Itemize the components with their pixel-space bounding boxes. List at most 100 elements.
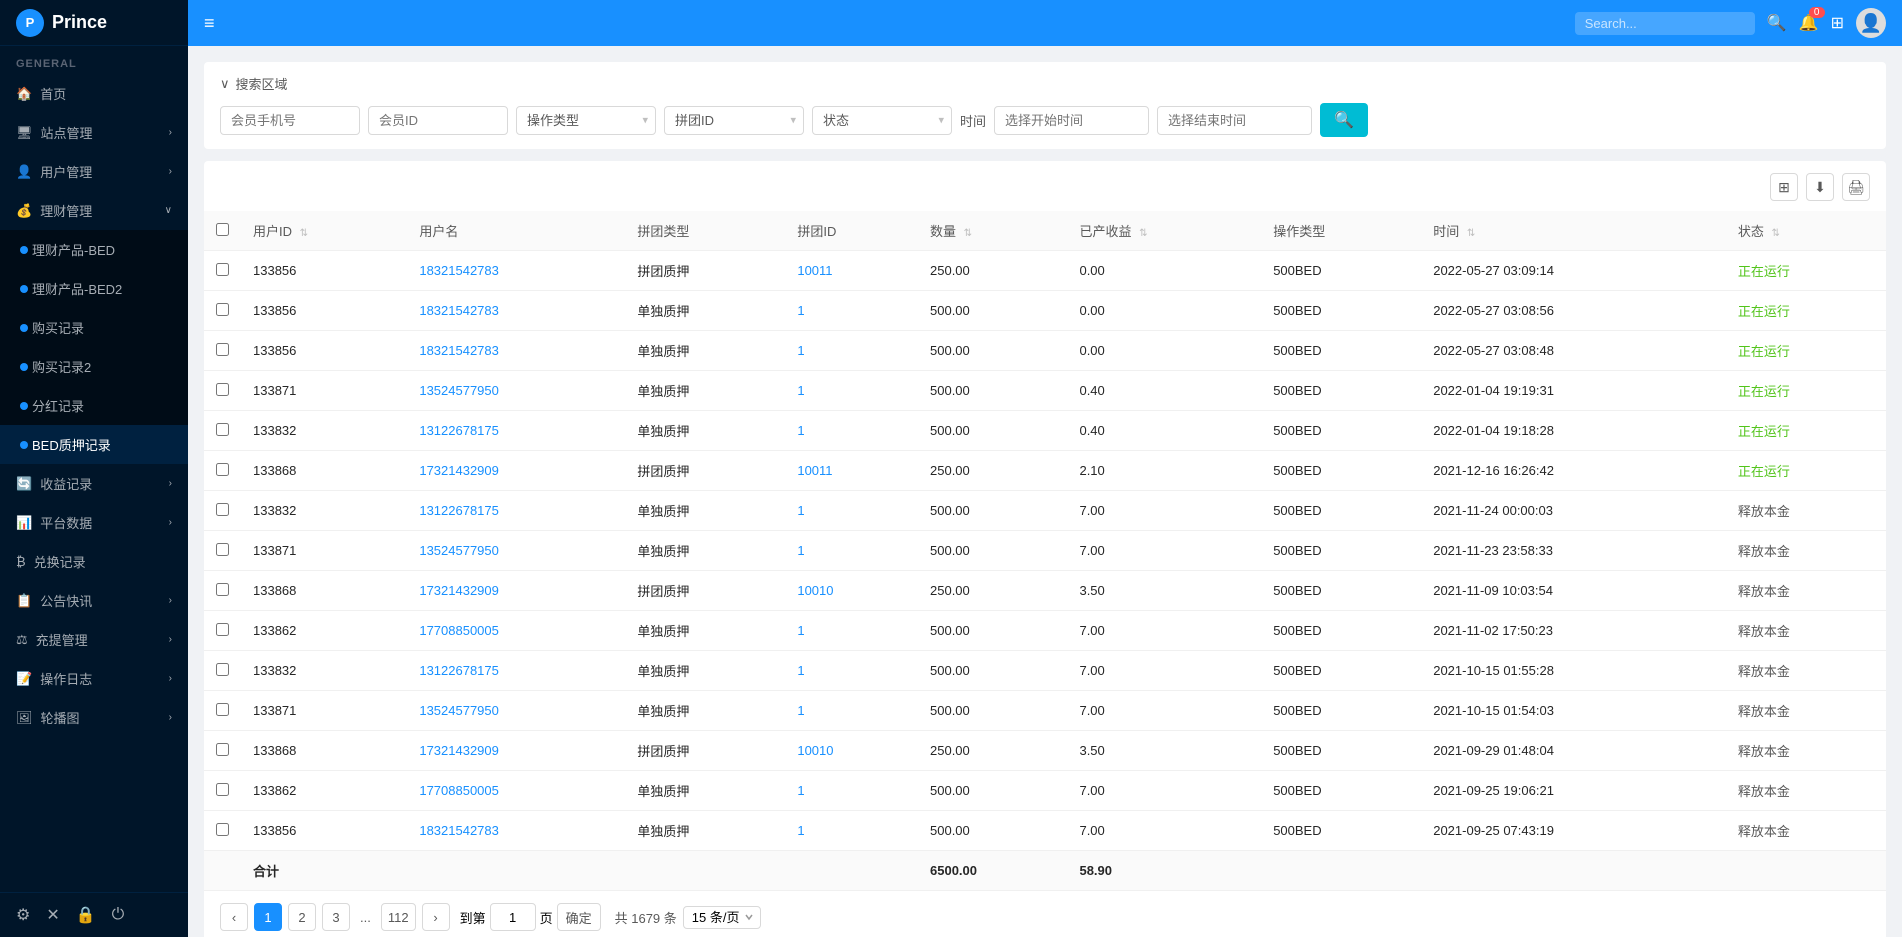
page-size-select[interactable]: 10 条/页 15 条/页 20 条/页 50 条/页 [683, 906, 761, 929]
sort-earned-icon[interactable]: ⇅ [1139, 228, 1147, 239]
row-checkbox-11[interactable] [216, 703, 229, 716]
sidebar-item-station[interactable]: 🖥 站点管理 › [0, 113, 188, 152]
username-link[interactable]: 18321542783 [419, 263, 499, 278]
next-page-button[interactable]: › [422, 903, 450, 931]
username-link[interactable]: 13122678175 [419, 423, 499, 438]
sidebar-item-carousel[interactable]: 🖼 轮播图 › [0, 698, 188, 737]
sidebar-item-operation[interactable]: 📝 操作日志 › [0, 659, 188, 698]
row-checkbox-3[interactable] [216, 383, 229, 396]
settings-icon[interactable]: ⚙ [16, 905, 30, 925]
username-link[interactable]: 13524577950 [419, 543, 499, 558]
sidebar-item-user[interactable]: 👤 用户管理 › [0, 152, 188, 191]
username-link[interactable]: 18321542783 [419, 343, 499, 358]
print-icon[interactable]: 🖨 [1842, 173, 1870, 201]
username-link[interactable]: 17708850005 [419, 783, 499, 798]
column-settings-icon[interactable]: ⊞ [1770, 173, 1798, 201]
sidebar-item-income[interactable]: 🔄 收益记录 › [0, 464, 188, 503]
sort-amount-icon[interactable]: ⇅ [964, 228, 972, 239]
avatar[interactable]: 👤 [1856, 8, 1886, 38]
sidebar-item-platform[interactable]: 📊 平台数据 › [0, 503, 188, 542]
group-id-link[interactable]: 1 [797, 503, 804, 518]
username-link[interactable]: 13524577950 [419, 383, 499, 398]
row-checkbox-9[interactable] [216, 623, 229, 636]
row-checkbox-7[interactable] [216, 543, 229, 556]
menu-toggle-icon[interactable]: ≡ [204, 13, 215, 34]
username-link[interactable]: 17321432909 [419, 743, 499, 758]
member-phone-input[interactable] [220, 106, 360, 135]
group-id-link[interactable]: 1 [797, 663, 804, 678]
header-search-input[interactable] [1575, 12, 1755, 35]
sidebar-item-buy-record2[interactable]: 购买记录2 [0, 347, 188, 386]
notification-bell[interactable]: 🔔 0 [1799, 13, 1819, 33]
username-link[interactable]: 13122678175 [419, 503, 499, 518]
group-id-link[interactable]: 1 [797, 623, 804, 638]
group-id-link[interactable]: 10011 [797, 263, 832, 278]
row-checkbox-4[interactable] [216, 423, 229, 436]
lock-icon[interactable]: 🔒 [76, 905, 96, 925]
sidebar-item-dividend[interactable]: 分红记录 [0, 386, 188, 425]
group-id-link[interactable]: 1 [797, 383, 804, 398]
group-id-link[interactable]: 1 [797, 703, 804, 718]
operation-type-select[interactable]: 操作类型 [516, 106, 656, 135]
tools-icon[interactable]: ✕ [46, 905, 59, 925]
sort-time-icon[interactable]: ⇅ [1467, 228, 1475, 239]
row-checkbox-2[interactable] [216, 343, 229, 356]
status-select[interactable]: 状态 [812, 106, 952, 135]
group-id-link[interactable]: 1 [797, 783, 804, 798]
row-checkbox-14[interactable] [216, 823, 229, 836]
sidebar-item-notice[interactable]: 📋 公告快讯 › [0, 581, 188, 620]
export-icon[interactable]: ⬇ [1806, 173, 1834, 201]
search-button[interactable]: 🔍 [1320, 103, 1368, 137]
group-id-select[interactable]: 拼团ID [664, 106, 804, 135]
sidebar-item-finance-bed2[interactable]: 理财产品-BED2 [0, 269, 188, 308]
row-checkbox-10[interactable] [216, 663, 229, 676]
username-link[interactable]: 18321542783 [419, 303, 499, 318]
username-link[interactable]: 17708850005 [419, 623, 499, 638]
page-last-button[interactable]: 112 [381, 903, 416, 931]
search-area-toggle[interactable]: ∨ 搜索区域 [220, 74, 1870, 93]
grid-icon[interactable]: ⊞ [1831, 13, 1844, 33]
header-search-icon[interactable]: 🔍 [1767, 13, 1787, 33]
group-id-link[interactable]: 10010 [797, 743, 833, 758]
sidebar-item-buy-record[interactable]: 购买记录 [0, 308, 188, 347]
group-id-link[interactable]: 10010 [797, 583, 833, 598]
row-checkbox-1[interactable] [216, 303, 229, 316]
group-id-link[interactable]: 1 [797, 303, 804, 318]
page-confirm-button[interactable]: 确定 [557, 903, 601, 931]
group-id-link[interactable]: 1 [797, 423, 804, 438]
row-checkbox-5[interactable] [216, 463, 229, 476]
username-link[interactable]: 17321432909 [419, 463, 499, 478]
start-time-input[interactable] [994, 106, 1149, 135]
username-link[interactable]: 13524577950 [419, 703, 499, 718]
page-2-button[interactable]: 2 [288, 903, 316, 931]
row-checkbox-12[interactable] [216, 743, 229, 756]
sort-status-icon[interactable]: ⇅ [1772, 228, 1780, 239]
row-checkbox-13[interactable] [216, 783, 229, 796]
end-time-input[interactable] [1157, 106, 1312, 135]
group-id-link[interactable]: 1 [797, 543, 804, 558]
table-row: 133871 13524577950 单独质押 1 500.00 7.00 50… [204, 531, 1886, 571]
sidebar-item-bed-pledge[interactable]: BED质押记录 [0, 425, 188, 464]
row-checkbox-8[interactable] [216, 583, 229, 596]
sidebar-item-finance-bed[interactable]: 理财产品-BED [0, 230, 188, 269]
username-link[interactable]: 18321542783 [419, 823, 499, 838]
group-id-link[interactable]: 1 [797, 343, 804, 358]
row-checkbox-6[interactable] [216, 503, 229, 516]
sidebar-item-finance[interactable]: 💰 理财管理 ∨ [0, 191, 188, 230]
page-3-button[interactable]: 3 [322, 903, 350, 931]
select-all-checkbox[interactable] [216, 223, 229, 236]
username-link[interactable]: 17321432909 [419, 583, 499, 598]
page-1-button[interactable]: 1 [254, 903, 282, 931]
member-id-input[interactable] [368, 106, 508, 135]
power-icon[interactable]: ⏻ [112, 906, 125, 924]
group-id-link[interactable]: 10011 [797, 463, 832, 478]
username-link[interactable]: 13122678175 [419, 663, 499, 678]
group-id-link[interactable]: 1 [797, 823, 804, 838]
sort-user-id-icon[interactable]: ⇅ [300, 228, 308, 239]
sidebar-item-recharge[interactable]: ⚖ 充提管理 › [0, 620, 188, 659]
sidebar-item-redeem[interactable]: ₿ 兑换记录 [0, 542, 188, 581]
prev-page-button[interactable]: ‹ [220, 903, 248, 931]
page-jump-input[interactable] [490, 903, 536, 931]
row-checkbox-0[interactable] [216, 263, 229, 276]
sidebar-item-home[interactable]: 🏠 首页 [0, 74, 188, 113]
